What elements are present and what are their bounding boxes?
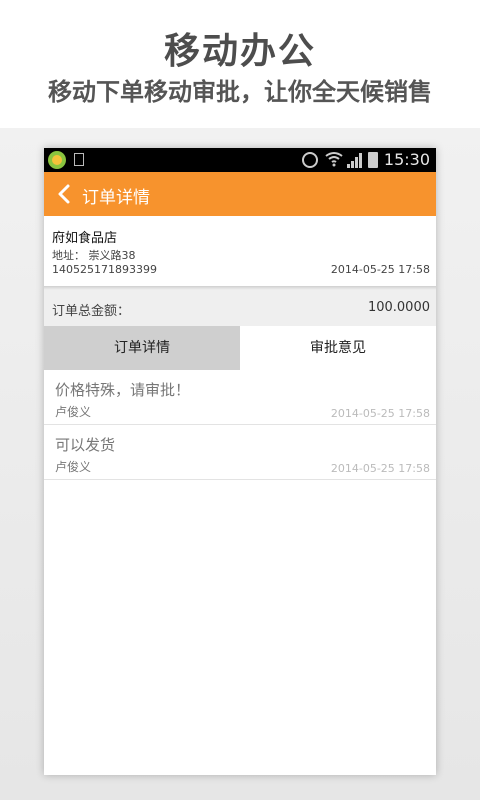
phone-screen: 15:30 订单详情 府如食品店 地址： 崇义路38 1405251718933… [44,148,436,775]
sd-card-icon [74,153,84,166]
store-datetime: 2014-05-25 17:58 [330,263,430,276]
comment-time: 2014-05-25 17:58 [330,407,430,420]
order-total-row: 订单总金额： 100.0000 [44,290,436,326]
list-item[interactable]: 可以发货 卢俊义 2014-05-25 17:58 [44,425,436,480]
order-total-value: 100.0000 [367,300,430,315]
order-total-label: 订单总金额： [52,304,131,319]
store-name: 府如食品店 [52,231,118,246]
promo-subtitle: 移动下单移动审批，让你全天候销售 [48,78,432,106]
battery-icon [368,152,378,168]
comment-text: 可以发货 [55,436,116,454]
status-time: 15:30 [383,150,430,169]
signal-icon [346,152,364,168]
promo-banner: 移动办公 移动下单移动审批，让你全天候销售 [0,0,480,128]
wifi-icon [325,151,343,169]
page-title: 订单详情 [82,188,150,208]
status-bar: 15:30 [44,148,436,172]
tab-approval-opinions[interactable]: 审批意见 [240,326,436,370]
comment-author: 卢俊义 [55,405,92,419]
app-bar: 订单详情 [44,172,436,216]
comment-text: 价格特殊，请审批！ [55,381,191,399]
alarm-icon [302,152,318,168]
store-phone: 140525171893399 [52,263,157,276]
promo-title: 移动办公 [163,31,316,72]
tab-bar: 订单详情 审批意见 [44,326,436,370]
tab-order-details[interactable]: 订单详情 [44,326,240,370]
app-icon [48,151,66,169]
store-address: 地址： 崇义路38 [52,249,136,262]
store-info: 府如食品店 地址： 崇义路38 140525171893399 2014-05-… [44,216,436,286]
comment-time: 2014-05-25 17:58 [330,462,430,475]
chevron-left-icon[interactable] [54,183,76,205]
list-item[interactable]: 价格特殊，请审批！ 卢俊义 2014-05-25 17:58 [44,370,436,425]
comment-author: 卢俊义 [55,460,92,474]
